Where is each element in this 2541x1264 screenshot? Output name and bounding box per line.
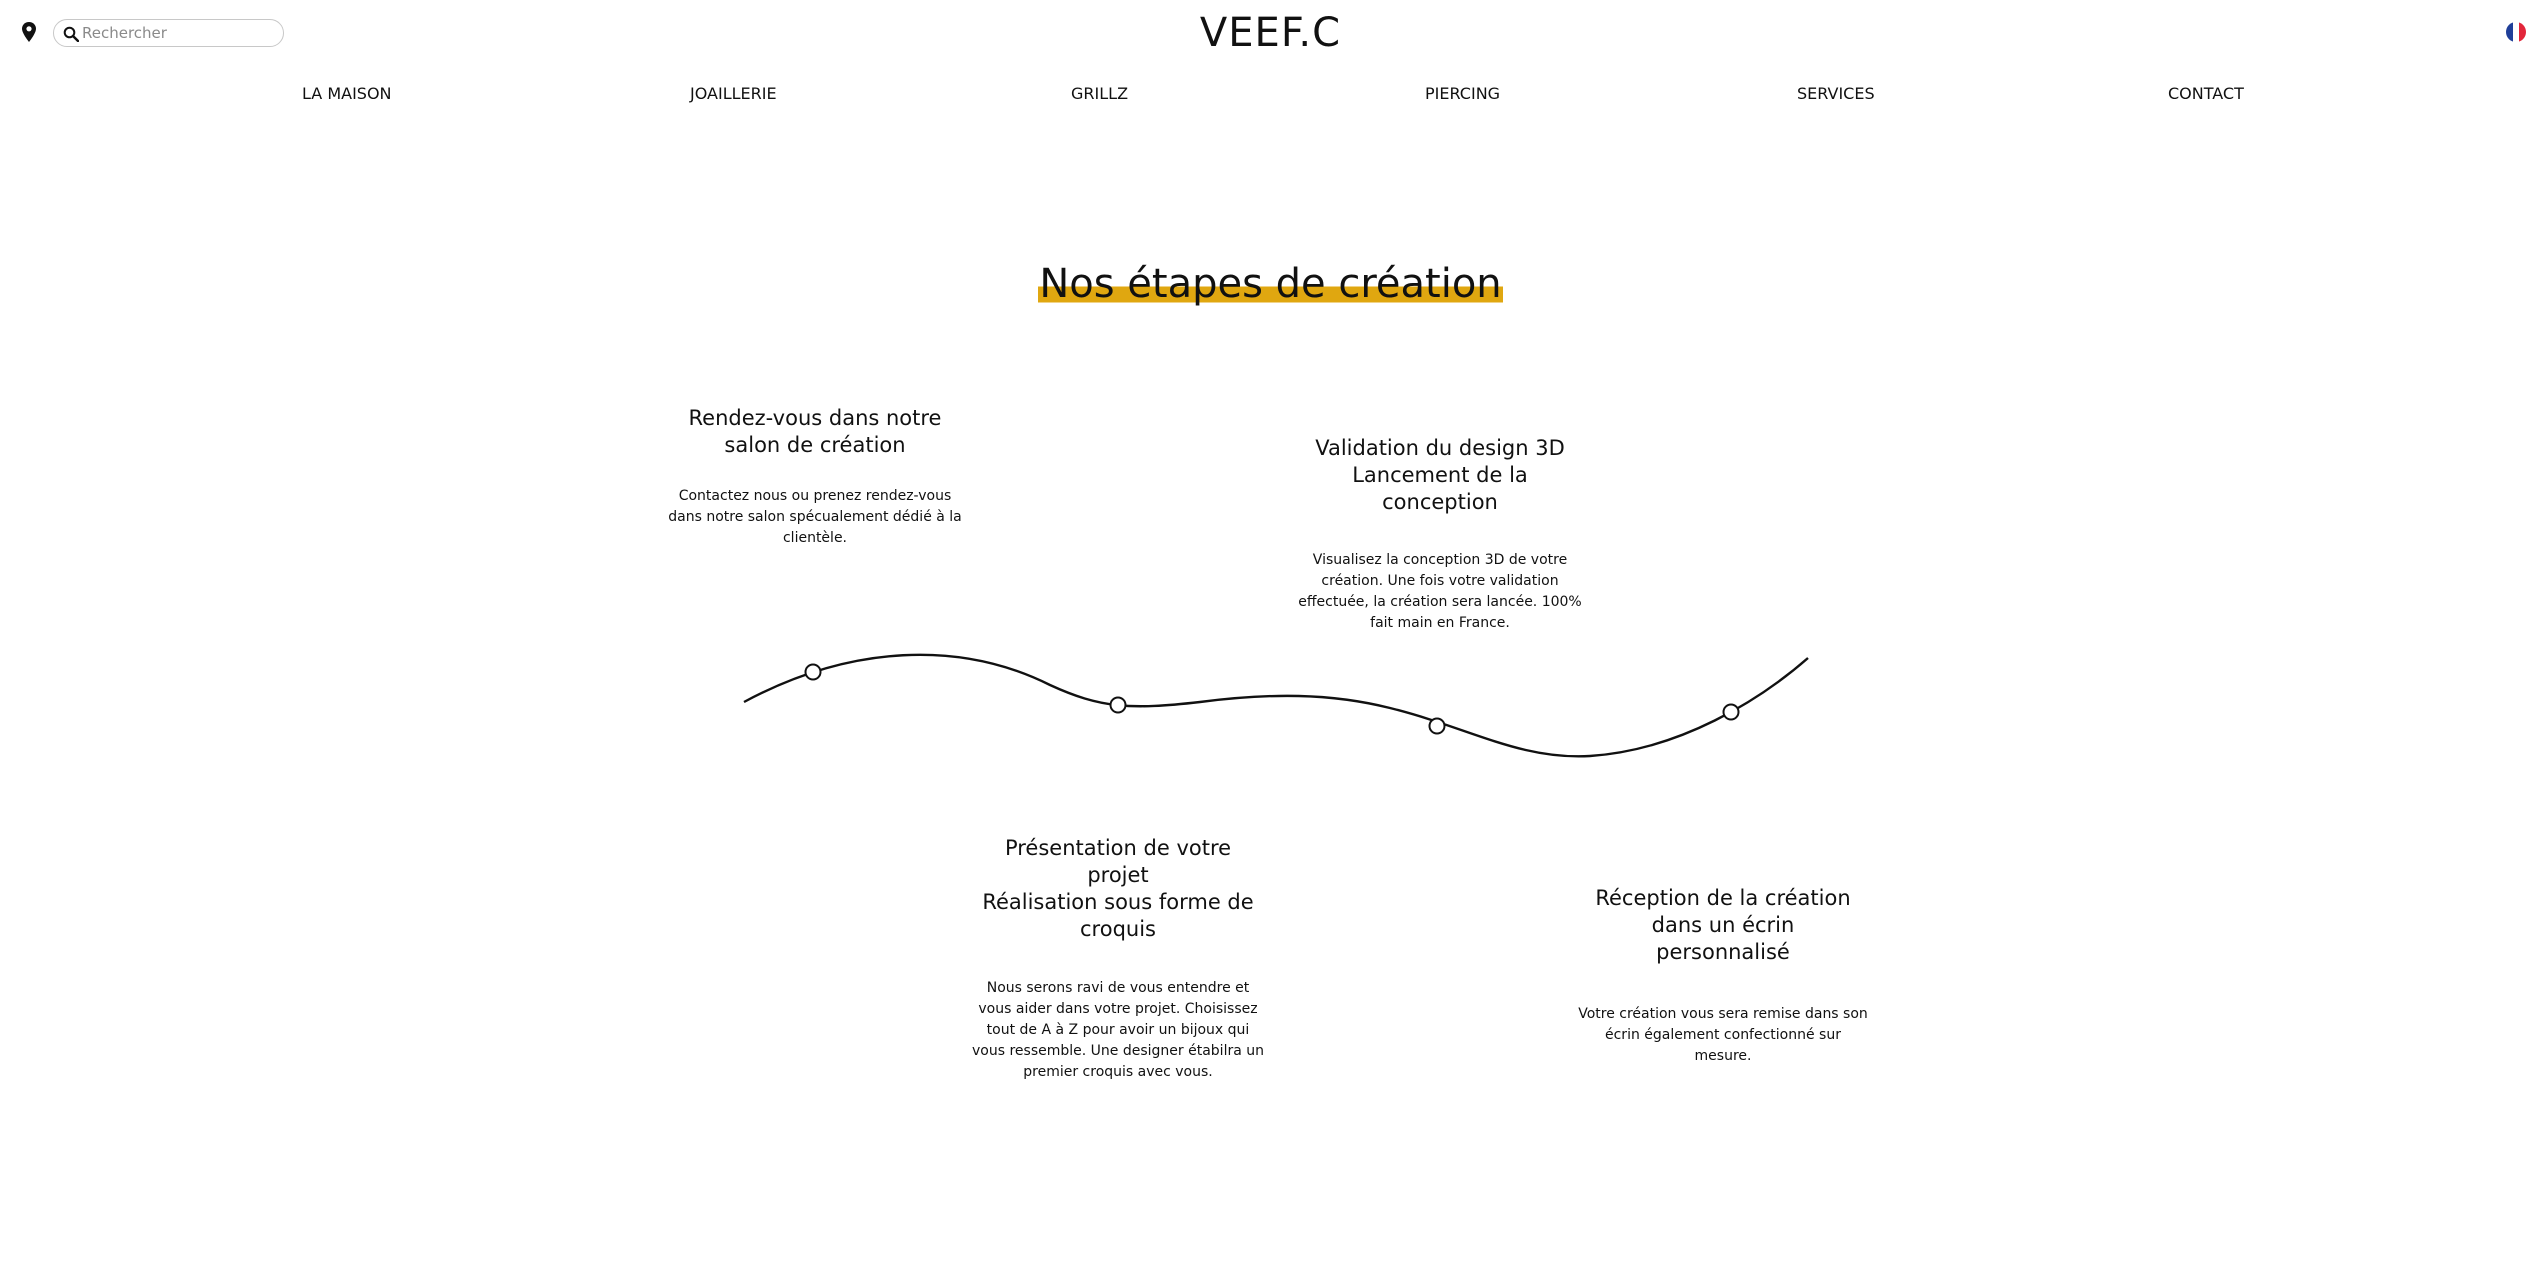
timeline-node	[804, 663, 822, 681]
step-description: Contactez nous ou prenez rendez-vous dan…	[668, 488, 962, 546]
step-1: Rendez-vous dans notre salon de création…	[665, 405, 965, 549]
step-description: Nous serons ravi de vous entendre et vou…	[972, 980, 1264, 1080]
step-title: Validation du design 3D Lancement de la …	[1315, 436, 1565, 514]
step-title: Rendez-vous dans notre salon de création	[688, 406, 942, 457]
step-3: Validation du design 3D Lancement de la …	[1290, 435, 1590, 634]
timeline-node	[1428, 717, 1446, 735]
step-description: Visualisez la conception 3D de votre cré…	[1298, 552, 1582, 631]
timeline-node	[1722, 703, 1740, 721]
step-2: Présentation de votre projet Réalisation…	[968, 835, 1268, 1083]
step-title: Présentation de votre projet Réalisation…	[982, 836, 1254, 941]
step-title: Réception de la création dans un écrin p…	[1595, 886, 1851, 964]
step-description: Votre création vous sera remise dans son…	[1578, 1006, 1868, 1064]
timeline-node	[1109, 696, 1127, 714]
timeline-curve	[743, 653, 1809, 758]
step-4: Réception de la création dans un écrin p…	[1573, 885, 1873, 1067]
